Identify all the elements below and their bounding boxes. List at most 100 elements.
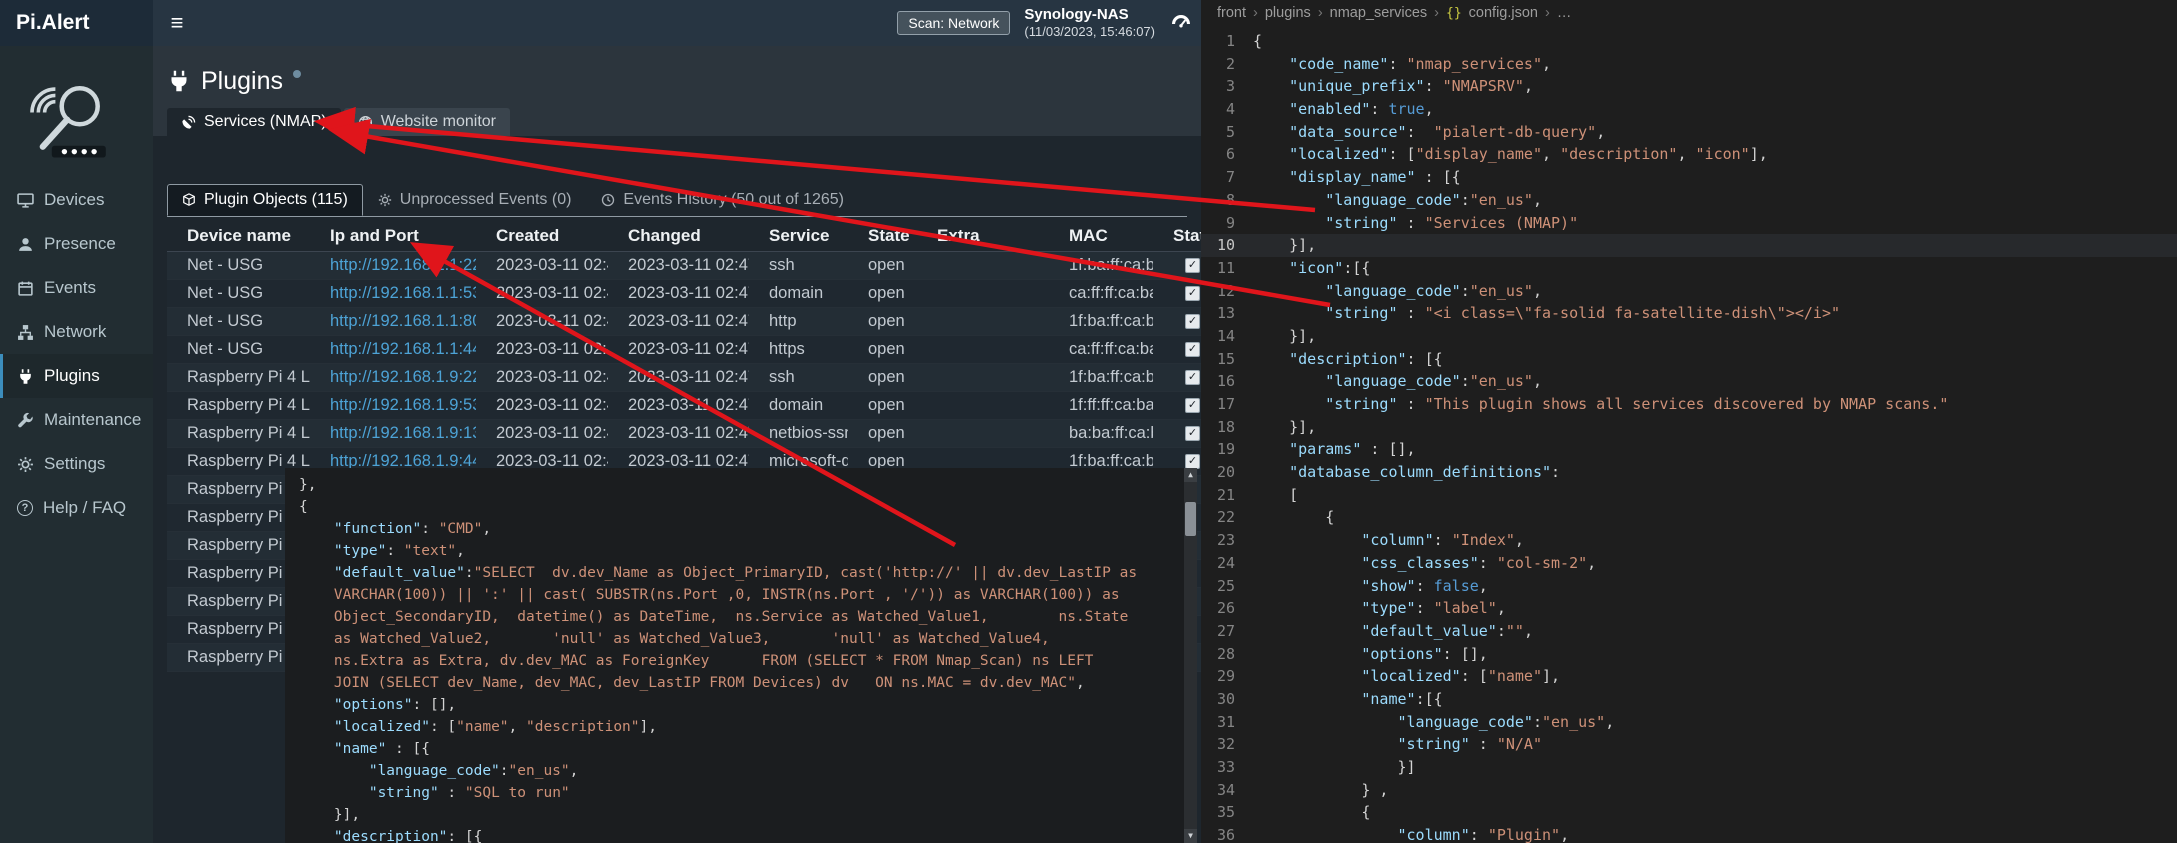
- subtab-plugin-objects-115[interactable]: Plugin Objects (115): [167, 184, 363, 216]
- column-header-created[interactable]: Created: [476, 223, 608, 252]
- sidebar-item-settings[interactable]: Settings: [0, 442, 153, 486]
- cell-created: 2023-03-11 02:47:20: [476, 308, 608, 336]
- column-header-state[interactable]: State: [848, 223, 917, 252]
- scroll-up-arrow[interactable]: ▲: [1184, 468, 1197, 482]
- status-checkbox[interactable]: ✓: [1185, 398, 1200, 413]
- cell-mac: 1f:ba:ff:ca:ba:34: [1049, 252, 1153, 280]
- code-line: 27 "default_value":"",: [1201, 620, 2177, 643]
- ip-port-link[interactable]: http://192.168.1.1:80: [330, 312, 476, 330]
- ip-port-link[interactable]: http://192.168.1.1:443: [330, 340, 476, 358]
- cell-changed: 2023-03-11 02:47:20: [608, 392, 749, 420]
- plugins-info-dot[interactable]: [293, 70, 301, 78]
- table-row: Net - USGhttp://192.168.1.1:532023-03-11…: [167, 280, 1201, 308]
- code-line: Object_SecondaryID, datetime() as DateTi…: [299, 606, 1197, 628]
- sidebar-item-events[interactable]: Events: [0, 266, 153, 310]
- line-number: 31: [1201, 711, 1253, 734]
- column-header-status[interactable]: Status: [1153, 223, 1201, 252]
- sidebar-item-label: Help / FAQ: [43, 498, 126, 518]
- pialert-logo: [0, 46, 153, 178]
- ip-port-link[interactable]: http://192.168.1.9:139: [330, 424, 476, 442]
- code-line: ns.Extra as Extra, dv.dev_MAC as Foreign…: [299, 650, 1197, 672]
- breadcrumb-item-plugins[interactable]: plugins: [1265, 5, 1311, 21]
- sidebar-item-presence[interactable]: Presence: [0, 222, 153, 266]
- cell-state: open: [848, 392, 917, 420]
- check-icon: ✓: [1188, 316, 1197, 327]
- line-number: 24: [1201, 552, 1253, 575]
- overlay-scrollbar[interactable]: ▲ ▼: [1184, 468, 1197, 843]
- ip-port-link[interactable]: http://192.168.1.1:22: [330, 256, 476, 274]
- code-line: 6 "localized": ["display_name", "descrip…: [1201, 143, 2177, 166]
- topbar: Pi.Alert ≡ Scan: Network Synology-NAS (1…: [0, 0, 1201, 46]
- sidebar-item-devices[interactable]: Devices: [0, 178, 153, 222]
- cell-changed: 2023-03-11 02:47:20: [608, 336, 749, 364]
- check-icon: ✓: [1188, 372, 1197, 383]
- plug-icon: [17, 368, 34, 385]
- sidebar-item-help-faq[interactable]: ? Help / FAQ: [0, 486, 153, 530]
- line-number: 23: [1201, 529, 1253, 552]
- cell-ip: http://192.168.1.1:53: [310, 280, 476, 308]
- cell-mac: ca:ff:ff:ca:ba:6d: [1049, 336, 1153, 364]
- column-header-changed[interactable]: Changed: [608, 223, 749, 252]
- cell-extra: [917, 420, 1049, 448]
- breadcrumb-item-front[interactable]: front: [1217, 5, 1246, 21]
- code-line: 32 "string" : "N/A": [1201, 733, 2177, 756]
- column-header-ip-and-port[interactable]: Ip and Port: [310, 223, 476, 252]
- sidebar-item-plugins[interactable]: Plugins: [0, 354, 153, 398]
- code-line: 12 "language_code":"en_us",: [1201, 280, 2177, 303]
- check-icon: ✓: [1188, 400, 1197, 411]
- tab-services-nmap[interactable]: Services (NMAP): [167, 108, 341, 136]
- status-checkbox[interactable]: ✓: [1185, 342, 1200, 357]
- cell-service: http: [749, 308, 848, 336]
- code-editor: front › plugins › nmap_services › {} con…: [1201, 0, 2177, 843]
- table-row: Raspberry Pi 4 LANhttp://192.168.1.9:532…: [167, 392, 1201, 420]
- status-checkbox[interactable]: ✓: [1185, 286, 1200, 301]
- line-number: 34: [1201, 779, 1253, 802]
- status-checkbox[interactable]: ✓: [1185, 426, 1200, 441]
- cell-mac: 1f:ba:ff:ca:ba:34: [1049, 308, 1153, 336]
- subtab-unprocessed-events-0[interactable]: Unprocessed Events (0): [363, 184, 587, 216]
- check-icon: ✓: [1188, 428, 1197, 439]
- cell-ip: http://192.168.1.9:53: [310, 392, 476, 420]
- cell-status: ✓: [1153, 280, 1201, 308]
- sidebar-item-network[interactable]: Network: [0, 310, 153, 354]
- line-number: 6: [1201, 143, 1253, 166]
- breadcrumb-item-config-json[interactable]: config.json: [1469, 5, 1538, 21]
- column-header-mac[interactable]: MAC: [1049, 223, 1153, 252]
- cell-device: Net - USG: [167, 280, 310, 308]
- table-row: Net - USG http://192.168.1.1:802023-03-11…: [167, 308, 1201, 336]
- code-line: 29 "localized": ["name"],: [1201, 665, 2177, 688]
- ip-port-link[interactable]: http://192.168.1.1:53: [330, 284, 476, 302]
- code-line: "description": [{: [299, 826, 1197, 843]
- editor-code[interactable]: 1{2 "code_name": "nmap_services",3 "uniq…: [1201, 26, 2177, 843]
- breadcrumb-item-nmap-services[interactable]: nmap_services: [1330, 5, 1428, 21]
- table-row: Raspberry Pi 4 LANhttp://192.168.1.9:222…: [167, 364, 1201, 392]
- status-checkbox[interactable]: ✓: [1185, 370, 1200, 385]
- gauge-icon[interactable]: [1169, 11, 1193, 35]
- tab-website-monitor[interactable]: Website monitor: [344, 108, 510, 136]
- sidebar-item-maintenance[interactable]: Maintenance: [0, 398, 153, 442]
- status-checkbox[interactable]: ✓: [1185, 258, 1200, 273]
- ip-port-link[interactable]: http://192.168.1.9:22: [330, 368, 476, 386]
- question-icon: ?: [17, 500, 33, 516]
- scrollbar-thumb[interactable]: [1185, 502, 1196, 536]
- chevron-right-icon: ›: [1318, 5, 1323, 21]
- gear-icon: [378, 193, 392, 207]
- subtab-events-history-50-out-of-1265[interactable]: Events History (50 out of 1265): [586, 184, 859, 216]
- ip-port-link[interactable]: http://192.168.1.9:53: [330, 396, 476, 414]
- code-line: "name" : [{: [299, 738, 1197, 760]
- breadcrumb-item-more[interactable]: …: [1557, 5, 1572, 21]
- line-number: 14: [1201, 325, 1253, 348]
- sidebar-menu: DevicesPresenceEventsNetworkPluginsMaint…: [0, 178, 153, 530]
- code-line: as Watched_Value2, 'null' as Watched_Val…: [299, 628, 1197, 650]
- cell-state: open: [848, 252, 917, 280]
- status-checkbox[interactable]: ✓: [1185, 314, 1200, 329]
- app-title[interactable]: Pi.Alert: [0, 0, 153, 46]
- column-header-device-name[interactable]: Device name: [167, 223, 310, 252]
- cell-device: Net - USG: [167, 308, 310, 336]
- sidebar-toggle-button[interactable]: ≡: [153, 0, 201, 46]
- line-number: 1: [1201, 30, 1253, 53]
- column-header-service[interactable]: Service: [749, 223, 848, 252]
- cell-created: 2023-03-11 02:47:20: [476, 336, 608, 364]
- scroll-down-arrow[interactable]: ▼: [1184, 829, 1197, 843]
- column-header-extra[interactable]: Extra: [917, 223, 1049, 252]
